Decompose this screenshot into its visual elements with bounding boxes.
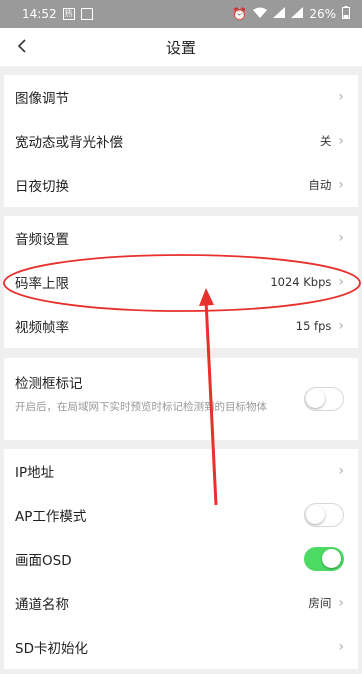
row-label: 通道名称	[15, 597, 69, 613]
chevron-right-icon: ›	[338, 318, 344, 334]
row-label: IP地址	[15, 465, 55, 481]
ap-mode-toggle[interactable]	[304, 503, 344, 527]
row-image-adjust[interactable]: 图像调节 ›	[4, 75, 358, 119]
toggle-knob	[306, 505, 325, 524]
alarm-icon: ⏰	[232, 7, 248, 21]
detection-toggle[interactable]	[304, 387, 344, 411]
row-label: 日夜切换	[15, 179, 69, 195]
section-image: 图像调节 › 宽动态或背光补偿 关 › 日夜切换 自动 ›	[4, 75, 358, 207]
toggle-knob	[306, 389, 325, 408]
status-bar: 14:52 热 ⏰ 26%	[0, 0, 362, 28]
row-value: 1024 Kbps	[270, 275, 332, 289]
row-wdr[interactable]: 宽动态或背光补偿 关 ›	[4, 119, 358, 163]
row-label: 画面OSD	[15, 553, 72, 569]
row-osd: 画面OSD	[4, 537, 358, 581]
row-label: 音频设置	[15, 232, 69, 248]
section-stream: 音频设置 › 码率上限 1024 Kbps › 视频帧率 15 fps ›	[4, 216, 358, 348]
hot-icon: 热	[62, 8, 75, 20]
signal-icon	[273, 7, 286, 21]
chevron-right-icon: ›	[338, 274, 344, 290]
page-title: 设置	[165, 38, 196, 57]
back-button[interactable]	[10, 34, 34, 58]
row-value: 自动	[308, 178, 332, 192]
toggle-knob	[322, 549, 341, 568]
signal-icon-2	[291, 7, 304, 21]
row-label: 宽动态或背光补偿	[15, 135, 123, 151]
title-bar: 设置	[0, 28, 362, 66]
row-audio[interactable]: 音频设置 ›	[4, 216, 358, 260]
row-value: 关	[319, 134, 332, 148]
battery-text: 26%	[309, 7, 336, 21]
chevron-left-icon	[17, 39, 26, 53]
chevron-right-icon: ›	[338, 89, 344, 105]
chevron-right-icon: ›	[338, 230, 344, 246]
status-time: 14:52	[22, 7, 57, 21]
chevron-right-icon: ›	[338, 463, 344, 479]
row-label: 码率上限	[15, 276, 69, 292]
row-ip[interactable]: IP地址 ›	[4, 449, 358, 493]
row-label: SD卡初始化	[15, 641, 88, 657]
row-bitrate[interactable]: 码率上限 1024 Kbps ›	[4, 260, 358, 304]
sim-icon	[80, 8, 93, 20]
row-label: 图像调节	[15, 91, 69, 107]
chevron-right-icon: ›	[338, 177, 344, 193]
section-detection: 检测框标记 开启后，在局域网下实时预览时标记检测到的目标物体	[4, 358, 358, 440]
row-detection-box: 检测框标记 开启后，在局域网下实时预览时标记检测到的目标物体	[4, 358, 358, 440]
status-icons: ⏰ 26%	[232, 6, 350, 22]
row-ap-mode: AP工作模式	[4, 493, 358, 537]
row-label: 视频帧率	[15, 320, 69, 336]
row-framerate[interactable]: 视频帧率 15 fps ›	[4, 304, 358, 348]
row-description: 开启后，在局域网下实时预览时标记检测到的目标物体	[15, 401, 267, 413]
chevron-right-icon: ›	[338, 133, 344, 149]
row-value: 15 fps	[295, 319, 332, 333]
osd-toggle[interactable]	[304, 547, 344, 571]
row-label: AP工作模式	[15, 509, 87, 525]
wifi-icon	[253, 7, 268, 21]
chevron-right-icon: ›	[338, 639, 344, 655]
row-day-night[interactable]: 日夜切换 自动 ›	[4, 163, 358, 207]
row-label: 检测框标记	[15, 376, 83, 392]
section-network: IP地址 › AP工作模式 画面OSD 通道名称 房间 › SD卡初始化 ›	[4, 449, 358, 669]
chevron-right-icon: ›	[338, 595, 344, 611]
row-channel-name[interactable]: 通道名称 房间 ›	[4, 581, 358, 625]
row-sd-format[interactable]: SD卡初始化 ›	[4, 625, 358, 669]
battery-icon	[342, 6, 350, 22]
row-value: 房间	[308, 596, 332, 610]
